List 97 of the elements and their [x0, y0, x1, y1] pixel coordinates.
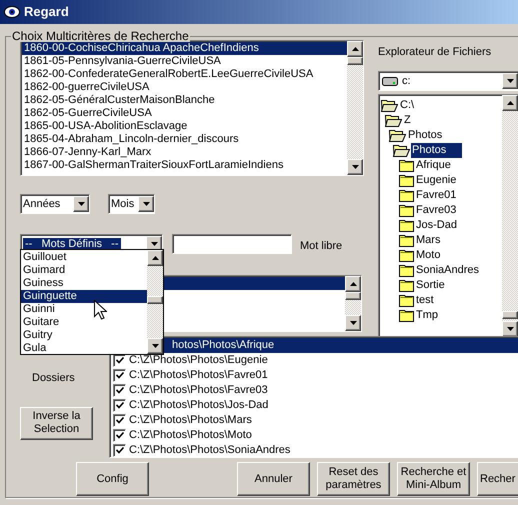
group-title: Choix Multicritères de Recherche — [11, 30, 190, 42]
scroll-thumb[interactable] — [347, 57, 363, 65]
mouse-pointer-icon — [94, 300, 107, 320]
triangle-down-icon — [78, 202, 84, 206]
checkbox[interactable] — [113, 369, 126, 382]
folder-path: C:\Z\Photos\Photos\Moto — [129, 429, 252, 442]
dropdown-button[interactable] — [138, 196, 154, 212]
folders-label: Dossiers — [32, 371, 75, 386]
month-select[interactable]: Mois — [108, 194, 155, 214]
tree-item[interactable]: test — [415, 293, 435, 308]
action-button[interactable]: Recherche et Mini-Album — [397, 462, 470, 496]
checkbox[interactable] — [113, 429, 126, 442]
drive-select[interactable]: c: — [378, 71, 518, 91]
free-word-label: Mot libre — [300, 239, 342, 254]
folder-row[interactable]: C:\Z\Photos\Photos\Favre03 — [110, 383, 518, 398]
tree-item[interactable]: Z — [403, 113, 412, 128]
folder-path: C:\Z\Photos\Photos\Favre01 — [129, 369, 268, 382]
checkbox[interactable] — [113, 384, 126, 397]
action-button[interactable]: Annuler — [237, 462, 310, 496]
event-item[interactable]: 1860-00-CochiseChiricahua ApacheChefIndiens — [22, 42, 347, 55]
folder-row[interactable]: C:\Z\Photos\Photos\Moto — [110, 428, 518, 443]
tree-item[interactable]: Jos-Dad — [415, 218, 458, 233]
tree-item[interactable]: Favre01 — [415, 188, 458, 203]
event-item[interactable]: 1867-00-GalShermanTraiterSiouxFortLaramieIndiens — [22, 159, 347, 172]
dropdown-option[interactable]: Guitry — [21, 329, 147, 342]
triangle-down-icon — [142, 202, 150, 206]
checkbox[interactable] — [113, 444, 126, 457]
scroll-up-button[interactable] — [347, 41, 363, 57]
triangle-up-icon — [152, 256, 158, 260]
folder-path: C:\Z\Photos\Photos\Jos-Dad — [129, 399, 268, 412]
scroll-up-button[interactable] — [345, 276, 361, 292]
event-item[interactable]: 1865-00-USA-AbolitionEsclavage — [22, 120, 347, 133]
folder-row[interactable]: C:\Z\Photos\Photos\Mars — [110, 413, 518, 428]
event-item[interactable]: 1866-07-Jenny-Karl_Marx — [22, 146, 347, 159]
triangle-down-icon — [506, 327, 514, 331]
triangle-down-icon — [352, 165, 358, 169]
invert-selection-button[interactable]: Inverse la Selection — [20, 406, 93, 440]
tree-item[interactable]: Mars — [415, 233, 442, 248]
folder-row[interactable]: C:\Z\Photos\Photos\Jos-Dad — [110, 398, 518, 413]
explorer-title: Explorateur de Fichiers — [378, 45, 492, 59]
dropdown-button[interactable] — [502, 73, 518, 89]
event-item[interactable]: 1865-04-Abraham_Lincoln-dernier_discours — [22, 133, 347, 146]
scroll-down-button[interactable] — [502, 321, 518, 337]
tree-item[interactable]: Sortie — [415, 278, 446, 293]
scroll-thumb[interactable] — [147, 296, 163, 304]
triangle-down-icon — [506, 79, 514, 83]
window-title: Regard — [24, 3, 69, 22]
scroll-up-button[interactable] — [147, 250, 163, 266]
action-button[interactable]: Reset des paramètres — [317, 462, 390, 496]
checkbox[interactable] — [113, 354, 126, 367]
triangle-down-icon — [150, 242, 158, 246]
checkbox[interactable] — [113, 399, 126, 412]
tree-item[interactable]: C:\ — [399, 98, 416, 113]
folder-path: hotos\Photos\Afrique — [172, 339, 274, 352]
action-button[interactable]: Config — [76, 462, 149, 496]
triangle-down-icon — [350, 320, 356, 324]
folder-row[interactable]: C:\Z\Photos\Photos\Favre01 — [110, 368, 518, 383]
dropdown-option[interactable]: Guitare — [21, 316, 147, 329]
dropdown-option[interactable]: Guiness — [21, 277, 147, 290]
triangle-up-icon — [352, 47, 358, 51]
free-word-field[interactable] — [172, 234, 292, 254]
dropdown-option[interactable]: Guinguette — [21, 290, 147, 303]
tree-item[interactable]: Photos — [411, 143, 462, 158]
folder-row[interactable]: C:\Z\Photos\Photos\SoniaAndres — [110, 443, 518, 458]
tree-item[interactable]: Tmp — [415, 308, 439, 323]
dropdown-button[interactable] — [73, 196, 89, 212]
scroll-down-button[interactable] — [147, 338, 163, 354]
event-item[interactable]: 1862-00-ConfederateGeneralRobertE.LeeGuerreCivileUSA — [22, 68, 347, 81]
triangle-up-icon — [350, 282, 356, 286]
dropdown-option[interactable]: Guinni — [21, 303, 147, 316]
year-select[interactable]: Années — [20, 194, 90, 214]
tree-item[interactable]: Favre03 — [415, 203, 458, 218]
event-item[interactable]: 1862-05-GuerreCivileUSA — [22, 107, 347, 120]
tree-item[interactable]: Photos — [407, 128, 444, 143]
tree-item[interactable]: Moto — [415, 248, 442, 263]
folder-path: C:\Z\Photos\Photos\SoniaAndres — [129, 444, 290, 457]
drive-icon — [382, 76, 398, 86]
event-item[interactable]: 1861-05-Pennsylvania-GuerreCivileUSA — [22, 55, 347, 68]
scroll-down-button[interactable] — [345, 314, 361, 330]
triangle-up-icon — [506, 101, 514, 105]
checkbox[interactable] — [113, 414, 126, 427]
scroll-thumb[interactable] — [502, 311, 518, 319]
dropdown-option[interactable]: Guimard — [21, 264, 147, 277]
dropdown-option[interactable]: Gula — [21, 342, 147, 355]
action-button[interactable]: Recher — [477, 462, 518, 496]
tree-item[interactable]: SoniaAndres — [415, 263, 480, 278]
folder-path: C:\Z\Photos\Photos\Eugenie — [129, 354, 268, 367]
eye-icon — [4, 6, 20, 18]
folder-path: C:\Z\Photos\Photos\Favre03 — [129, 384, 268, 397]
triangle-down-icon — [152, 344, 158, 348]
tree-item[interactable]: Afrique — [415, 158, 452, 173]
tree-item[interactable]: Eugenie — [415, 173, 458, 188]
event-item[interactable]: 1862-00-guerreCivileUSA — [22, 81, 347, 94]
scroll-up-button[interactable] — [502, 95, 518, 111]
folder-path: C:\Z\Photos\Photos\Mars — [129, 414, 252, 427]
scroll-down-button[interactable] — [347, 159, 363, 175]
event-item[interactable]: 1862-05-GénéralCusterMaisonBlanche — [22, 94, 347, 107]
